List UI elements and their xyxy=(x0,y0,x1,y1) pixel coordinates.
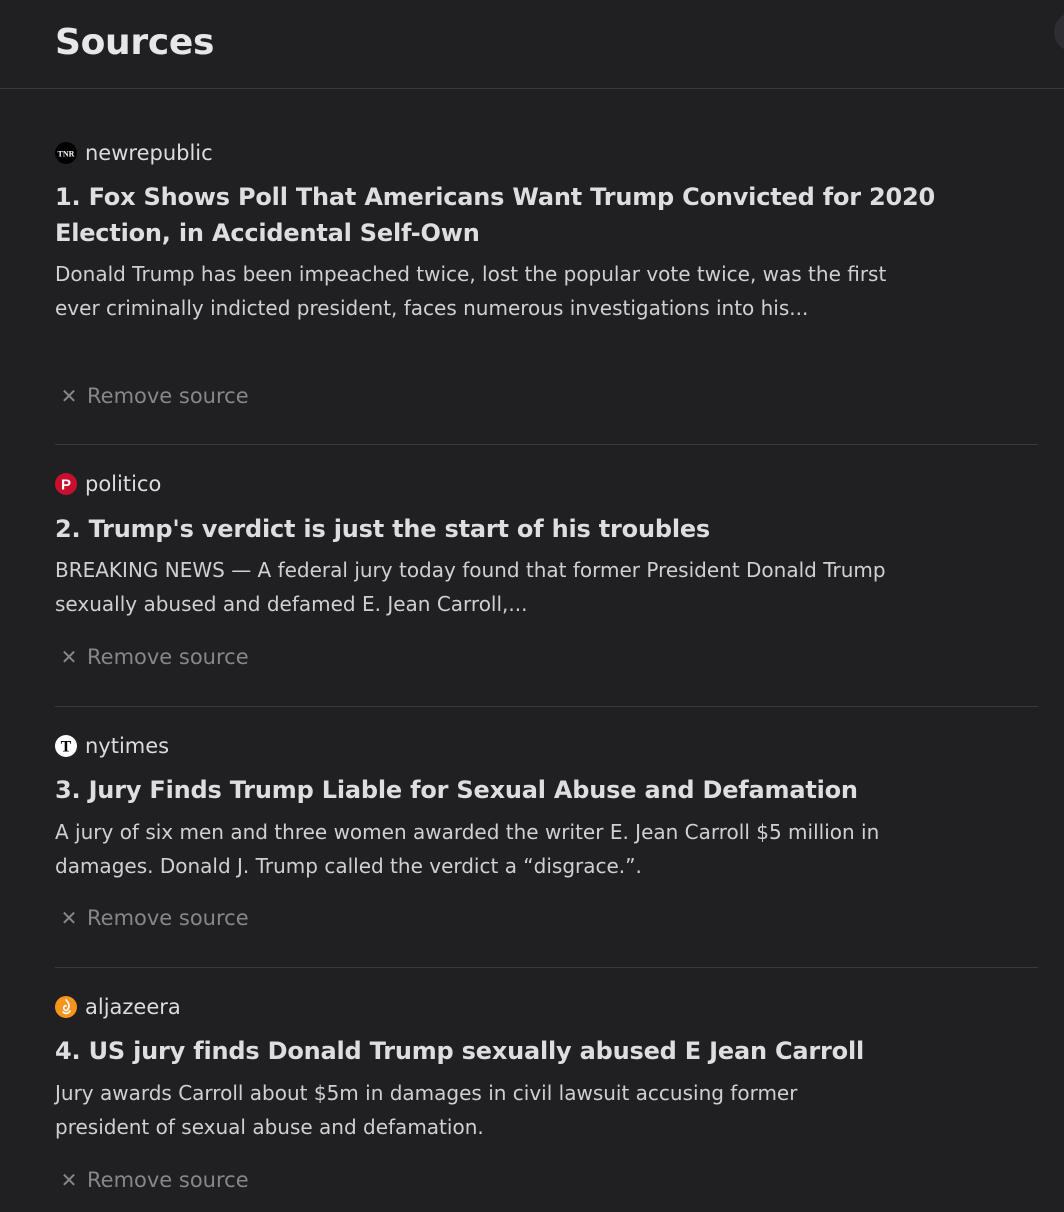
source-site-row: P politico xyxy=(55,472,161,496)
source-site-name: newrepublic xyxy=(85,141,213,165)
source-site-name: nytimes xyxy=(85,734,170,758)
svg-text:P: P xyxy=(61,477,71,494)
source-site-row: TNR newrepublic xyxy=(55,141,213,165)
tnr-logo-icon: TNR xyxy=(55,142,77,164)
remove-source-label: Remove source xyxy=(87,1168,249,1192)
source-site-name: aljazeera xyxy=(85,995,181,1019)
close-icon: ✕ xyxy=(60,906,78,930)
corner-button[interactable] xyxy=(1054,12,1064,52)
source-site-row: aljazeera xyxy=(55,995,181,1019)
source-site-name: politico xyxy=(85,472,162,496)
source-title-link[interactable]: 1. Fox Shows Poll That Americans Want Tr… xyxy=(55,179,1015,251)
svg-text:T: T xyxy=(61,739,72,756)
source-title-link[interactable]: 4. US jury finds Donald Trump sexually a… xyxy=(55,1033,1015,1069)
remove-source-button[interactable]: ✕ Remove source xyxy=(55,381,249,411)
source-item: T nytimes 3. Jury Finds Trump Liable for… xyxy=(55,707,1038,968)
source-site-row: T nytimes xyxy=(55,734,169,758)
source-item: TNR newrepublic 1. Fox Shows Poll That A… xyxy=(55,90,1038,445)
source-description: Jury awards Carroll about $5m in damages… xyxy=(55,1081,798,1139)
close-icon: ✕ xyxy=(60,645,78,669)
page-title: Sources xyxy=(55,22,215,63)
remove-source-label: Remove source xyxy=(87,645,249,669)
source-title-link[interactable]: 3. Jury Finds Trump Liable for Sexual Ab… xyxy=(55,772,1015,808)
close-icon: ✕ xyxy=(60,1168,78,1192)
remove-source-label: Remove source xyxy=(87,906,249,930)
aljazeera-logo-icon xyxy=(55,996,77,1018)
source-description: BREAKING NEWS — A federal jury today fou… xyxy=(55,558,886,616)
close-icon: ✕ xyxy=(60,384,78,408)
remove-source-button[interactable]: ✕ Remove source xyxy=(55,1165,249,1195)
source-title-link[interactable]: 2. Trump's verdict is just the start of … xyxy=(55,511,1015,547)
svg-text:TNR: TNR xyxy=(58,150,75,159)
nytimes-logo-icon: T xyxy=(55,735,77,757)
source-description: A jury of six men and three women awarde… xyxy=(55,820,880,878)
politico-logo-icon: P xyxy=(55,473,77,495)
remove-source-button[interactable]: ✕ Remove source xyxy=(55,642,249,672)
source-item: P politico 2. Trump's verdict is just th… xyxy=(55,445,1038,707)
remove-source-button[interactable]: ✕ Remove source xyxy=(55,903,249,933)
source-item: aljazeera 4. US jury finds Donald Trump … xyxy=(55,968,1038,1212)
source-description: Donald Trump has been impeached twice, l… xyxy=(55,262,887,320)
header: Sources xyxy=(0,0,1064,89)
source-list: TNR newrepublic 1. Fox Shows Poll That A… xyxy=(55,90,1038,1212)
remove-source-label: Remove source xyxy=(87,384,249,408)
